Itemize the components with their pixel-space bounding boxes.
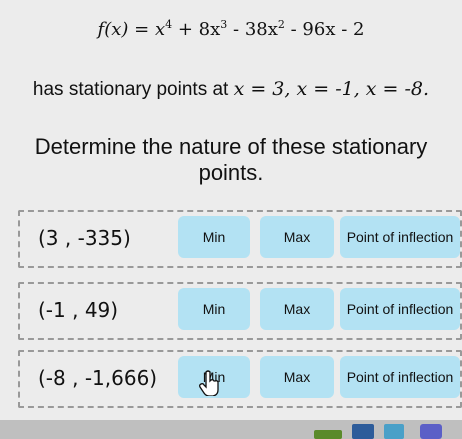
stationary-points-statement: has stationary points at x = 3, x = -1, … xyxy=(32,78,430,100)
inflection-button[interactable]: Point of inflection xyxy=(340,216,460,258)
question-prompt: Determine the nature of these stationary… xyxy=(34,134,428,185)
match-row-1: (3 , -335) Min Max Point of inflection xyxy=(18,210,462,268)
taskbar-app-icon[interactable] xyxy=(384,424,404,439)
inflection-button[interactable]: Point of inflection xyxy=(340,356,460,398)
match-row-2: (-1 , 49) Min Max Point of inflection xyxy=(18,282,462,340)
inflection-button[interactable]: Point of inflection xyxy=(340,288,460,330)
max-button[interactable]: Max xyxy=(260,216,334,258)
point-label: (3 , -335) xyxy=(38,226,131,250)
function-equation: f(x) = x4 + 8x3 - 38x2 - 96x - 2 xyxy=(97,18,365,40)
min-button[interactable]: Min xyxy=(178,288,250,330)
match-row-3: (-8 , -1,666) Min Max Point of inflectio… xyxy=(18,350,462,408)
point-label: (-8 , -1,666) xyxy=(38,366,158,390)
teams-icon[interactable] xyxy=(420,424,442,439)
hand-pointer-icon xyxy=(199,370,219,396)
min-button[interactable]: Min xyxy=(178,216,250,258)
max-button[interactable]: Max xyxy=(260,356,334,398)
taskbar-app-icon[interactable] xyxy=(314,430,342,439)
max-button[interactable]: Max xyxy=(260,288,334,330)
taskbar-app-icon[interactable] xyxy=(352,424,374,439)
point-label: (-1 , 49) xyxy=(38,298,119,322)
